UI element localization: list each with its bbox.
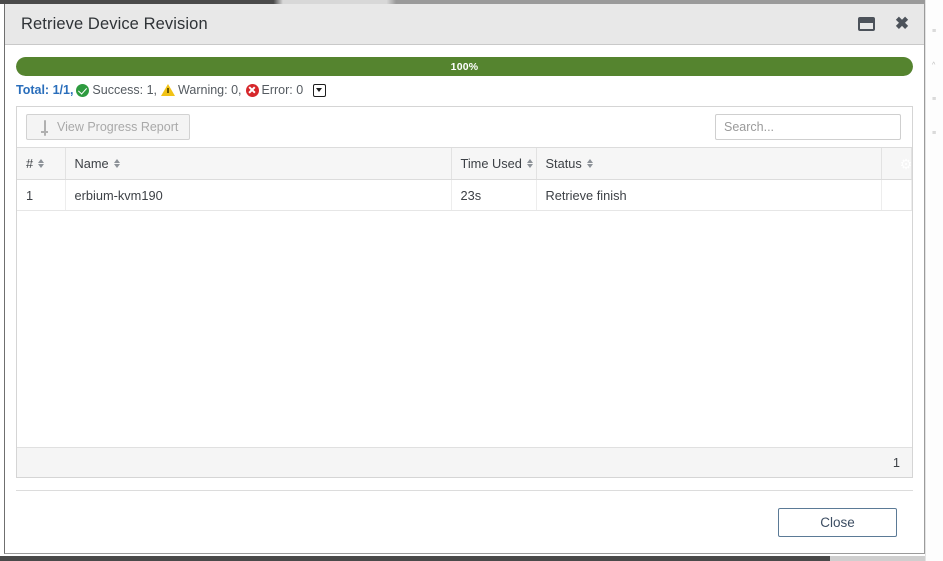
- summary-error-label: Error: 0: [261, 83, 304, 97]
- sort-arrows-icon: [113, 158, 120, 169]
- gear-icon: ⚙: [899, 155, 913, 172]
- close-window-icon: ✖: [894, 14, 910, 33]
- dialog-footer: Close: [16, 490, 913, 553]
- background-mark: ^: [932, 62, 936, 69]
- titlebar-actions: ✖: [856, 14, 912, 34]
- cell-index: 1: [17, 179, 66, 211]
- close-button[interactable]: Close: [778, 507, 897, 537]
- view-progress-report-button[interactable]: View Progress Report: [26, 114, 191, 140]
- warning-triangle-icon: [161, 84, 176, 96]
- background-mark: ≡: [932, 96, 937, 103]
- column-header-index[interactable]: #: [17, 148, 66, 180]
- table-empty-area: [17, 211, 912, 447]
- column-settings-button[interactable]: ⚙: [881, 148, 912, 180]
- sort-arrows-icon: [586, 158, 593, 169]
- status-summary: Total: 1/1, Success: 1, Warning: 0, Erro…: [16, 83, 913, 97]
- results-toolbar: View Progress Report: [17, 107, 912, 147]
- column-label-status: Status: [545, 156, 582, 171]
- sort-arrows-icon: [38, 158, 45, 169]
- search-input[interactable]: [715, 114, 901, 140]
- close-window-button[interactable]: ✖: [892, 14, 912, 34]
- retrieve-device-revision-dialog: Retrieve Device Revision ✖ 100% Total: 1…: [4, 4, 925, 554]
- background-right-strip: ≡ ^ ≡ ≡: [925, 0, 943, 561]
- success-check-icon: [76, 83, 90, 97]
- summary-warning-label: Warning: 0,: [178, 83, 242, 97]
- summary-total-label: Total: 1/1,: [16, 83, 74, 97]
- sort-arrows-icon: [526, 158, 533, 169]
- progress-bar: 100%: [16, 57, 913, 76]
- column-label-index: #: [26, 156, 34, 171]
- dialog-body: 100% Total: 1/1, Success: 1, Warning: 0,…: [5, 45, 924, 553]
- dialog-titlebar: Retrieve Device Revision ✖: [5, 4, 924, 45]
- cell-time-used: 23s: [451, 179, 537, 211]
- cell-status: Retrieve finish: [536, 179, 882, 211]
- cell-settings: [881, 179, 912, 211]
- view-progress-report-label: View Progress Report: [57, 120, 179, 134]
- monitor-icon: [38, 120, 51, 136]
- summary-success-label: Success: 1,: [92, 83, 158, 97]
- background-mark: ≡: [932, 28, 937, 35]
- background-bottom-band: [0, 556, 943, 561]
- table-footer: 1: [17, 447, 912, 477]
- progress-percent-label: 100%: [450, 60, 479, 73]
- results-table: # Name Time Used Status ⚙ 1 erbium-kvm19…: [17, 148, 912, 211]
- page-root: ≡ ^ ≡ ≡ Retrieve Device Revision ✖ 100%: [0, 0, 943, 561]
- restore-window-button[interactable]: [856, 14, 876, 34]
- column-label-name: Name: [74, 156, 109, 171]
- results-table-head: # Name Time Used Status ⚙: [17, 148, 912, 180]
- cell-name: erbium-kvm190: [65, 179, 452, 211]
- background-mark: ≡: [932, 130, 937, 137]
- error-x-icon: [245, 83, 259, 97]
- results-table-wrap: # Name Time Used Status ⚙ 1 erbium-kvm19…: [17, 147, 912, 477]
- row-count: 1: [892, 455, 900, 470]
- table-row[interactable]: 1 erbium-kvm190 23s Retrieve finish: [17, 179, 912, 211]
- results-table-body: 1 erbium-kvm190 23s Retrieve finish: [17, 179, 912, 211]
- column-header-status[interactable]: Status: [536, 148, 882, 180]
- dialog-title: Retrieve Device Revision: [21, 14, 208, 33]
- column-label-time-used: Time Used: [460, 156, 522, 171]
- restore-window-icon: [857, 17, 875, 31]
- results-panel: View Progress Report Search... # Name Ti…: [16, 106, 913, 478]
- table-header-row: # Name Time Used Status ⚙: [17, 148, 912, 180]
- collapse-toggle-icon[interactable]: [313, 83, 327, 97]
- column-header-time-used[interactable]: Time Used: [451, 148, 537, 180]
- column-header-name[interactable]: Name: [65, 148, 452, 180]
